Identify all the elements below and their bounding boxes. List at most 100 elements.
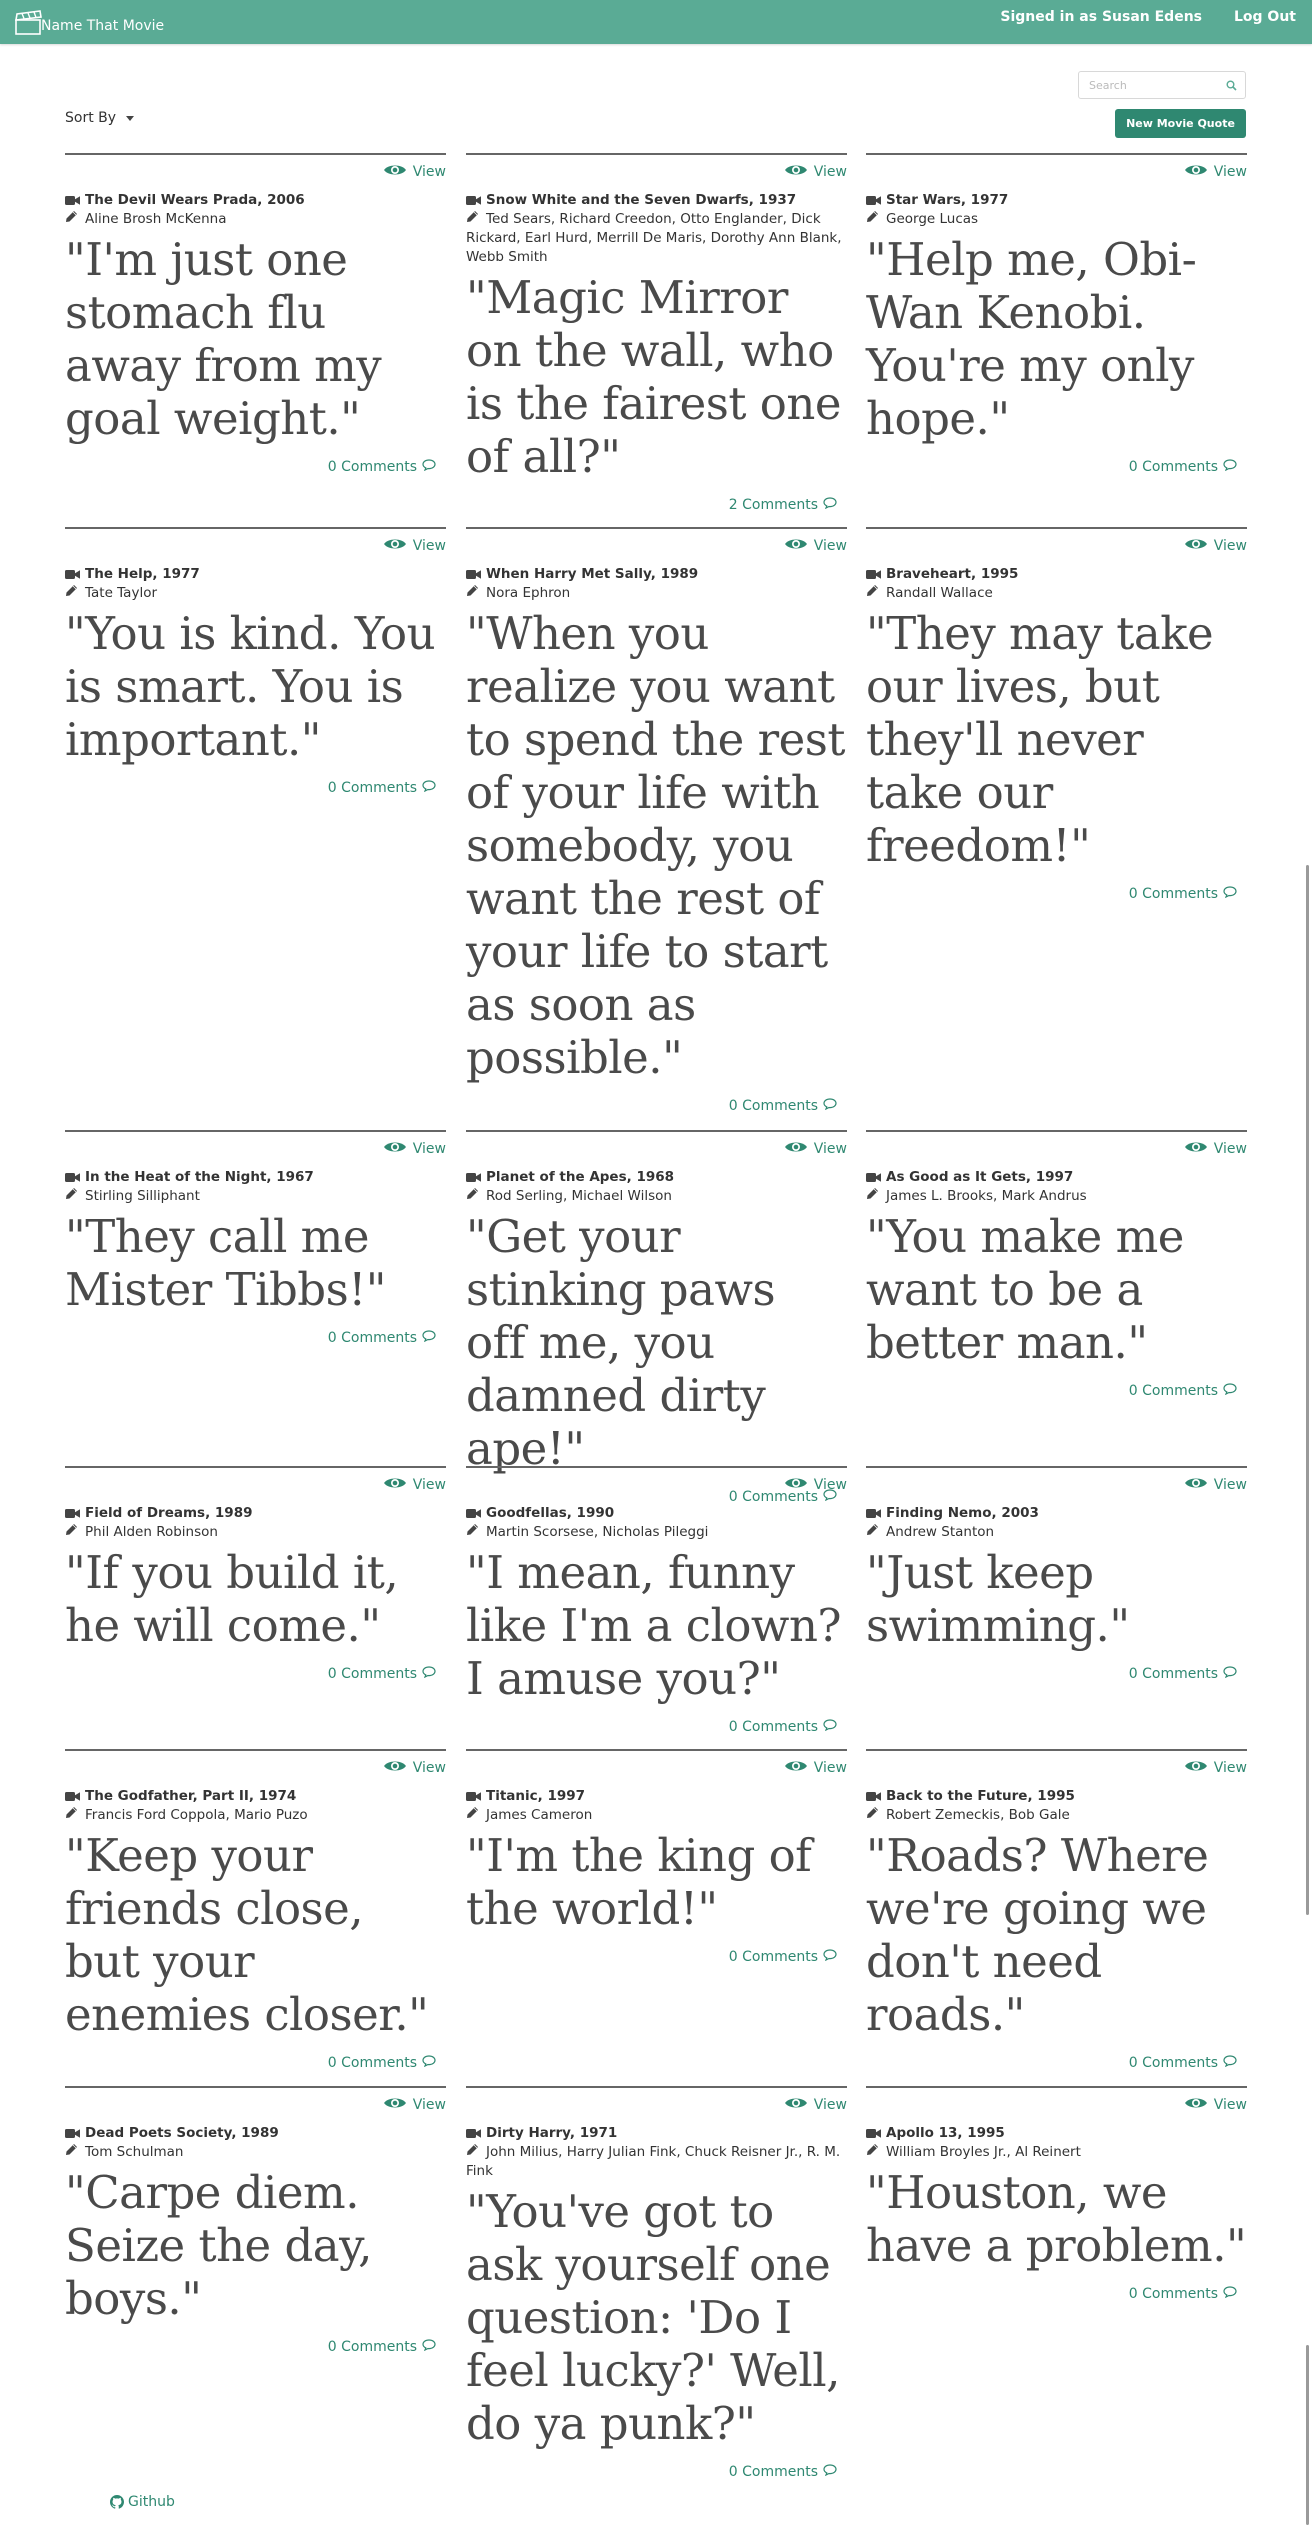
eye-icon: [383, 1759, 407, 1777]
quote-card: View As Good as It Gets, 1997 James L. Bro…: [866, 1130, 1247, 1399]
view-link[interactable]: View: [383, 2096, 446, 2114]
writers: John Milius, Harry Julian Fink, Chuck Re…: [466, 2144, 841, 2179]
comments-link[interactable]: 0 Comments: [466, 1719, 847, 1735]
pencil-icon: [466, 2143, 486, 2162]
comments-link[interactable]: 0 Comments: [866, 886, 1247, 902]
view-label: View: [813, 1760, 847, 1776]
comments-link[interactable]: 2 Comments: [466, 497, 847, 513]
quote-card: View In the Heat of the Night, 1967 Stirli…: [65, 1130, 446, 1346]
writers-row: Rod Serling, Michael Wilson: [466, 1187, 847, 1206]
logout-link[interactable]: Log Out: [1234, 9, 1296, 25]
writers: Ted Sears, Richard Creedon, Otto England…: [466, 211, 842, 265]
video-camera-icon: [466, 1787, 486, 1806]
comments-link[interactable]: 0 Comments: [466, 1949, 847, 1965]
brand-link[interactable]: Name That Movie: [14, 8, 164, 36]
view-link[interactable]: View: [1184, 537, 1247, 555]
comments-link[interactable]: 0 Comments: [65, 780, 446, 796]
writers: Tate Taylor: [85, 585, 158, 601]
writers: Nora Ephron: [486, 585, 571, 601]
comments-link[interactable]: 0 Comments: [65, 2339, 446, 2355]
comment-icon: [422, 780, 436, 796]
comments-link[interactable]: 0 Comments: [866, 459, 1247, 475]
view-link[interactable]: View: [1184, 1759, 1247, 1777]
sort-by-dropdown[interactable]: Sort By: [65, 110, 135, 126]
video-camera-icon: [866, 1504, 886, 1523]
quote-meta: Apollo 13, 1995 William Broyles Jr., Al R…: [866, 2124, 1247, 2162]
quote-meta: The Devil Wears Prada, 2006 Aline Brosh M…: [65, 191, 446, 229]
quote-card: View Planet of the Apes, 1968 Rod Serling,…: [466, 1130, 847, 1505]
comment-icon: [422, 1330, 436, 1346]
comments-link[interactable]: 0 Comments: [866, 1666, 1247, 1682]
comments-link[interactable]: 0 Comments: [866, 2055, 1247, 2071]
movie-row: Dirty Harry, 1971: [466, 2124, 847, 2143]
movie-title: Star Wars, 1977: [886, 192, 1009, 208]
view-label: View: [1213, 1760, 1247, 1776]
pencil-icon: [466, 1523, 486, 1542]
eye-icon: [784, 537, 808, 555]
comments-link[interactable]: 0 Comments: [866, 1383, 1247, 1399]
comments-link[interactable]: 0 Comments: [466, 2464, 847, 2480]
scrollbar[interactable]: [1301, 0, 1312, 2528]
movie-row: The Devil Wears Prada, 2006: [65, 191, 446, 210]
writers: Stirling Silliphant: [85, 1188, 200, 1204]
movie-title: Dirty Harry, 1971: [486, 2125, 618, 2141]
comments-link[interactable]: 0 Comments: [65, 1666, 446, 1682]
comments-link[interactable]: 0 Comments: [866, 2286, 1247, 2302]
writers-row: Tom Schulman: [65, 2143, 446, 2162]
quote-meta: Finding Nemo, 2003 Andrew Stanton: [866, 1504, 1247, 1542]
quote-card: View Braveheart, 1995 Randall Wallace "They…: [866, 527, 1247, 902]
view-link[interactable]: View: [784, 1140, 847, 1158]
search-input[interactable]: [1079, 72, 1229, 98]
view-link[interactable]: View: [784, 2096, 847, 2114]
comments-count: 0 Comments: [1128, 1383, 1218, 1399]
view-link[interactable]: View: [1184, 2096, 1247, 2114]
comments-link[interactable]: 0 Comments: [65, 459, 446, 475]
search-icon[interactable]: [1226, 80, 1237, 91]
pencil-icon: [466, 1806, 486, 1825]
writers: Francis Ford Coppola, Mario Puzo: [85, 1807, 308, 1823]
pencil-icon: [866, 210, 886, 229]
view-link[interactable]: View: [1184, 1140, 1247, 1158]
scrollbar-thumb[interactable]: [1306, 865, 1309, 1915]
movie-title: Braveheart, 1995: [886, 566, 1019, 582]
quote-card: View Back to the Future, 1995 Robert Zemec…: [866, 1749, 1247, 2071]
comment-icon: [1223, 886, 1237, 902]
signed-in-link[interactable]: Signed in as Susan Edens: [1000, 9, 1202, 25]
view-link[interactable]: View: [784, 1759, 847, 1777]
view-link[interactable]: View: [383, 537, 446, 555]
view-link[interactable]: View: [383, 1140, 446, 1158]
comments-link[interactable]: 0 Comments: [65, 1330, 446, 1346]
video-camera-icon: [65, 1168, 85, 1187]
writers: Rod Serling, Michael Wilson: [486, 1188, 672, 1204]
scrollbar-thumb-lower[interactable]: [1306, 2345, 1309, 2525]
pencil-icon: [866, 1187, 886, 1206]
view-link[interactable]: View: [383, 1759, 446, 1777]
movie-row: In the Heat of the Night, 1967: [65, 1168, 446, 1187]
comments-count: 0 Comments: [728, 1098, 818, 1114]
comments-link[interactable]: 0 Comments: [65, 2055, 446, 2071]
comments-link[interactable]: 0 Comments: [466, 1098, 847, 1114]
eye-icon: [383, 2096, 407, 2114]
view-link[interactable]: View: [1184, 1476, 1247, 1494]
view-link[interactable]: View: [1184, 163, 1247, 181]
view-link[interactable]: View: [383, 1476, 446, 1494]
movie-title: Finding Nemo, 2003: [886, 1505, 1039, 1521]
github-link[interactable]: Github: [110, 2494, 175, 2510]
video-camera-icon: [466, 1168, 486, 1187]
eye-icon: [784, 1476, 808, 1494]
caret-down-icon: [126, 115, 135, 121]
view-label: View: [1213, 164, 1247, 180]
view-link[interactable]: View: [383, 163, 446, 181]
comment-icon: [823, 2464, 837, 2480]
new-movie-quote-button[interactable]: New Movie Quote: [1115, 109, 1246, 138]
quote-meta: Field of Dreams, 1989 Phil Alden Robinson: [65, 1504, 446, 1542]
sort-by-label: Sort By: [65, 110, 117, 126]
comment-icon: [1223, 1383, 1237, 1399]
view-link[interactable]: View: [784, 537, 847, 555]
movie-title: The Help, 1977: [85, 566, 200, 582]
eye-icon: [383, 1140, 407, 1158]
view-link[interactable]: View: [784, 1476, 847, 1494]
quote-text: "Help me, Obi-Wan Kenobi. You're my only…: [866, 233, 1197, 445]
quote-text: "You is kind. You is smart. You is impor…: [65, 607, 436, 766]
view-link[interactable]: View: [784, 163, 847, 181]
